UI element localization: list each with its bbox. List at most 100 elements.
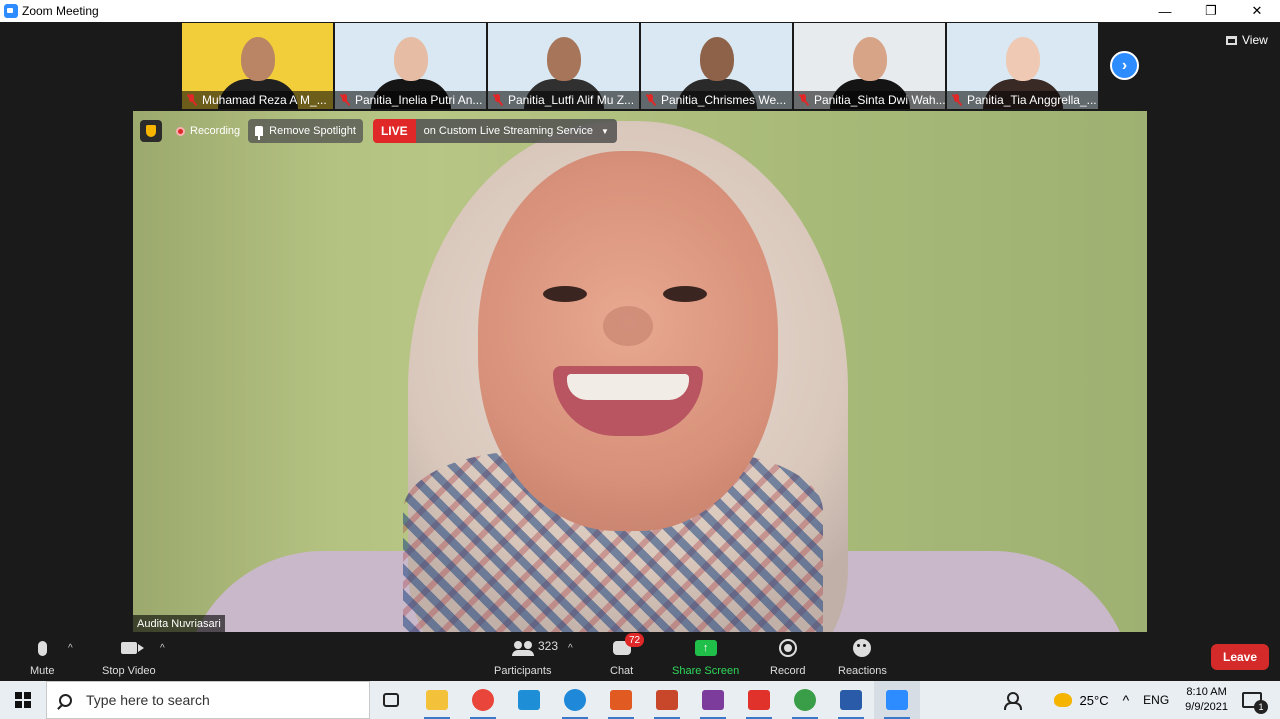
participants-caret-icon[interactable]: ^: [568, 643, 573, 654]
weather-widget[interactable]: 25°C: [1053, 693, 1109, 708]
participant-thumbnail[interactable]: Muhamad Reza A M_...: [182, 23, 333, 109]
participant-thumbnail[interactable]: Panitia_Chrismes We...: [641, 23, 792, 109]
chrome-2-icon: [794, 689, 816, 711]
participant-face: [1005, 37, 1040, 81]
gallery-view-icon: [1226, 35, 1237, 45]
share-screen-icon: ↑: [694, 640, 717, 656]
participant-thumbnail[interactable]: Panitia_Lutfi Alif Mu Z...: [488, 23, 639, 109]
muted-mic-icon: [339, 94, 351, 106]
share-screen-label: Share Screen: [672, 665, 740, 677]
participant-name-bar: Muhamad Reza A M_...: [182, 91, 333, 109]
recording-indicator: Recording: [176, 125, 240, 137]
chevron-down-icon[interactable]: ▼: [601, 127, 609, 136]
taskbar-app-office[interactable]: [598, 681, 644, 719]
reactions-label: Reactions: [838, 665, 887, 677]
notification-count: 1: [1254, 700, 1268, 714]
muted-mic-icon: [492, 94, 504, 106]
leave-button[interactable]: Leave: [1211, 644, 1269, 670]
microphone-icon: [37, 640, 47, 656]
participant-name: Panitia_Chrismes We...: [661, 93, 787, 107]
taskbar-app-word[interactable]: [828, 681, 874, 719]
participant-name-bar: Panitia_Tia Anggrella_...: [947, 91, 1098, 109]
live-stream-indicator[interactable]: LIVE on Custom Live Streaming Service ▼: [372, 119, 617, 143]
task-view-icon: [383, 693, 399, 707]
share-screen-button[interactable]: ↑ Share Screen: [672, 637, 739, 677]
participant-thumbnail[interactable]: Panitia_Sinta Dwi Wah...: [794, 23, 945, 109]
taskbar-app-chrome[interactable]: [460, 681, 506, 719]
taskbar-search-box[interactable]: Type here to search: [46, 681, 370, 719]
view-label: View: [1242, 33, 1268, 47]
next-page-button[interactable]: ›: [1110, 51, 1139, 80]
notification-center-icon[interactable]: 1: [1242, 692, 1268, 714]
participant-face: [546, 37, 581, 81]
muted-mic-icon: [798, 94, 810, 106]
minimize-button[interactable]: —: [1142, 0, 1188, 22]
audio-options-caret-icon[interactable]: ^: [68, 643, 73, 654]
live-stream-text: on Custom Live Streaming Service ▼: [415, 119, 617, 143]
zoom-icon: [886, 690, 908, 710]
search-icon: [59, 693, 72, 707]
office-icon: [610, 690, 632, 710]
taskbar-app-red-app[interactable]: [736, 681, 782, 719]
record-icon: [778, 639, 797, 657]
remove-spotlight-label: Remove Spotlight: [269, 125, 356, 137]
participant-thumbnail[interactable]: Panitia_Tia Anggrella_...: [947, 23, 1098, 109]
pin-icon: [255, 126, 264, 140]
speaker-left-eye: [543, 286, 587, 302]
title-bar: Zoom Meeting — ❐ ✕: [0, 0, 1280, 22]
winrar-icon: [702, 690, 724, 710]
restore-button[interactable]: ❐: [1188, 0, 1234, 22]
people-icon[interactable]: [1003, 692, 1022, 710]
language-indicator[interactable]: ENG: [1143, 693, 1169, 707]
l-app-icon: [518, 690, 540, 710]
participant-thumbnail[interactable]: Panitia_Inelia Putri An...: [335, 23, 486, 109]
zoom-window: Zoom Meeting — ❐ ✕ Muhamad Reza A M_... P…: [0, 0, 1280, 719]
reactions-button[interactable]: Reactions: [838, 637, 887, 677]
recording-label: Recording: [190, 125, 241, 137]
taskbar-app-winrar[interactable]: [690, 681, 736, 719]
participant-name-bar: Panitia_Sinta Dwi Wah...: [794, 91, 945, 109]
speaker-name-label: Audita Nuvriasari: [133, 615, 225, 632]
taskbar-app-edge[interactable]: [552, 681, 598, 719]
system-tray: 25°C ^ ENG 8:10 AM 9/9/2021 1: [1003, 681, 1280, 719]
participant-face: [699, 37, 734, 81]
file-explorer-icon: [426, 690, 448, 710]
start-button[interactable]: [0, 681, 46, 719]
taskbar-app-file-explorer[interactable]: [414, 681, 460, 719]
taskbar-app-l-app[interactable]: [506, 681, 552, 719]
windows-logo-icon: [15, 692, 31, 708]
pinned-apps: [368, 681, 920, 719]
system-clock[interactable]: 8:10 AM 9/9/2021: [1185, 685, 1228, 715]
record-label: Record: [770, 665, 806, 677]
weather-icon: [1053, 693, 1072, 707]
participant-name-bar: Panitia_Inelia Putri An...: [335, 91, 486, 109]
participant-face: [393, 37, 428, 81]
word-icon: [840, 690, 862, 710]
muted-mic-icon: [186, 94, 198, 106]
security-shield-button[interactable]: [140, 120, 162, 142]
participant-name: Panitia_Tia Anggrella_...: [967, 93, 1097, 107]
view-button[interactable]: View: [1226, 33, 1268, 47]
stop-video-button[interactable]: Stop Video: [102, 637, 156, 677]
speaker-nose: [603, 306, 653, 346]
mute-button[interactable]: Mute: [30, 637, 54, 677]
main-speaker-video[interactable]: [133, 111, 1147, 632]
participant-name: Panitia_Inelia Putri An...: [355, 93, 483, 107]
close-button[interactable]: ✕: [1234, 0, 1280, 22]
participant-name-bar: Panitia_Lutfi Alif Mu Z...: [488, 91, 639, 109]
participant-thumbnail-strip: Muhamad Reza A M_... Panitia_Inelia Putri…: [182, 23, 1098, 109]
taskbar-app-task-view[interactable]: [368, 681, 414, 719]
record-button[interactable]: Record: [770, 637, 805, 677]
taskbar-app-powerpoint[interactable]: [644, 681, 690, 719]
shield-icon: [146, 125, 156, 137]
hidden-icons-chevron-icon[interactable]: ^: [1123, 692, 1130, 708]
remove-spotlight-button[interactable]: Remove Spotlight: [248, 119, 363, 143]
participants-icon: [511, 641, 534, 656]
taskbar-app-zoom[interactable]: [874, 681, 920, 719]
video-options-caret-icon[interactable]: ^: [160, 643, 165, 654]
taskbar-app-chrome-2[interactable]: [782, 681, 828, 719]
participant-face: [852, 37, 887, 81]
live-tag: LIVE: [372, 119, 416, 143]
edge-icon: [564, 689, 586, 711]
window-title: Zoom Meeting: [22, 4, 99, 18]
